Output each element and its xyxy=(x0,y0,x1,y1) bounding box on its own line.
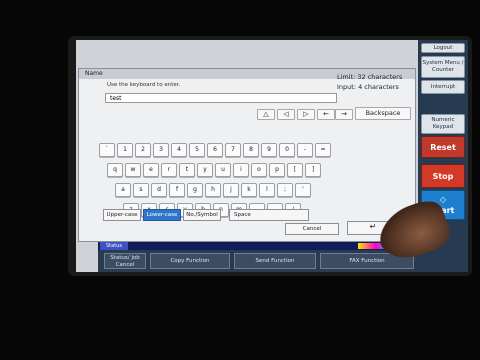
keyboard-dialog: Name Use the keyboard to enter. Limit: 3… xyxy=(78,68,416,242)
key[interactable]: 6 xyxy=(207,143,223,157)
key[interactable]: i xyxy=(233,163,249,177)
key[interactable]: 0 xyxy=(279,143,295,157)
key[interactable]: a xyxy=(115,183,131,197)
key[interactable]: y xyxy=(197,163,213,177)
input-count-text: Input: 4 characters xyxy=(337,83,399,91)
key[interactable]: 3 xyxy=(153,143,169,157)
send-function-button[interactable]: Send Function xyxy=(234,253,316,269)
key[interactable]: s xyxy=(133,183,149,197)
key[interactable]: t xyxy=(179,163,195,177)
key[interactable]: r xyxy=(161,163,177,177)
limit-text: Limit: 32 characters xyxy=(337,73,403,81)
char-limit: Limit: 32 characters Input: 4 characters xyxy=(337,72,402,92)
key[interactable]: - xyxy=(297,143,313,157)
number-symbol-button[interactable]: No./Symbol xyxy=(183,209,221,221)
key[interactable]: d xyxy=(151,183,167,197)
cancel-button[interactable]: Cancel xyxy=(285,223,339,235)
key[interactable]: 5 xyxy=(189,143,205,157)
back-arrow-button[interactable]: ◁ xyxy=(277,109,295,120)
key[interactable]: [ xyxy=(287,163,303,177)
system-menu-button[interactable]: System Menu / Counter xyxy=(421,56,465,78)
space-button[interactable]: Space xyxy=(229,209,309,221)
right-arrow-button[interactable]: → xyxy=(335,109,353,120)
key[interactable]: q xyxy=(107,163,123,177)
status-label: Status xyxy=(100,242,128,250)
key[interactable]: u xyxy=(215,163,231,177)
key[interactable]: ` xyxy=(99,143,115,157)
name-input[interactable]: test xyxy=(105,93,337,103)
key[interactable]: = xyxy=(315,143,331,157)
copy-function-button[interactable]: Copy Function xyxy=(150,253,230,269)
logout-button[interactable]: Logout xyxy=(421,43,465,53)
key[interactable]: ] xyxy=(305,163,321,177)
dialog-prompt: Use the keyboard to enter. xyxy=(107,82,181,88)
key[interactable]: f xyxy=(169,183,185,197)
key[interactable]: h xyxy=(205,183,221,197)
key[interactable]: ; xyxy=(277,183,293,197)
numeric-keypad-button[interactable]: Numeric Keypad xyxy=(421,114,465,134)
forward-arrow-button[interactable]: ▷ xyxy=(297,109,315,120)
left-arrow-button[interactable]: ← xyxy=(317,109,335,120)
key[interactable]: p xyxy=(269,163,285,177)
key[interactable]: 8 xyxy=(243,143,259,157)
key[interactable]: j xyxy=(223,183,239,197)
interrupt-button[interactable]: Interrupt xyxy=(421,80,465,94)
lower-case-button[interactable]: Lower-case xyxy=(143,209,181,221)
key[interactable]: e xyxy=(143,163,159,177)
key[interactable]: 4 xyxy=(171,143,187,157)
key[interactable]: k xyxy=(241,183,257,197)
key[interactable]: 2 xyxy=(135,143,151,157)
reset-button[interactable]: Reset xyxy=(421,136,465,158)
key[interactable]: ' xyxy=(295,183,311,197)
key[interactable]: l xyxy=(259,183,275,197)
key[interactable]: 9 xyxy=(261,143,277,157)
key[interactable]: w xyxy=(125,163,141,177)
key[interactable]: o xyxy=(251,163,267,177)
up-arrow-button[interactable]: △ xyxy=(257,109,275,120)
upper-case-button[interactable]: Upper-case xyxy=(103,209,141,221)
key[interactable]: 7 xyxy=(225,143,241,157)
backspace-button[interactable]: Backspace xyxy=(355,107,411,120)
key[interactable]: g xyxy=(187,183,203,197)
key[interactable]: 1 xyxy=(117,143,133,157)
bottom-bar: Status/ Job Cancel Copy Function Send Fu… xyxy=(98,250,418,272)
stop-button[interactable]: Stop xyxy=(421,164,465,188)
status-job-cancel-button[interactable]: Status/ Job Cancel xyxy=(104,253,146,269)
status-bar: Status xyxy=(98,242,428,250)
